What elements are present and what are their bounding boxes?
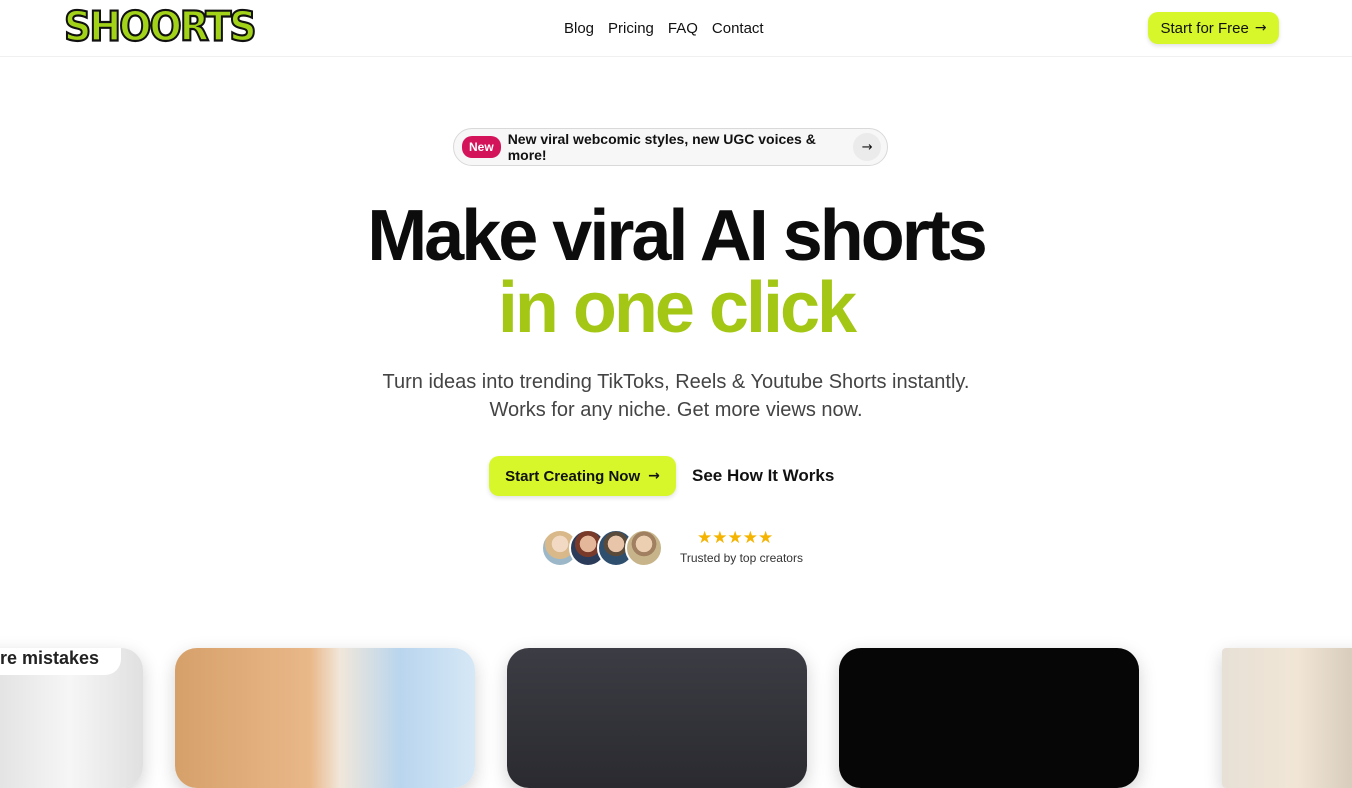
announcement-text: New viral webcomic styles, new UGC voice… [507, 131, 816, 163]
video-caption: re mistakes [0, 648, 122, 675]
trusted-label: Trusted by top creators [680, 551, 803, 565]
arrow-right-icon[interactable]: → [853, 133, 881, 161]
video-card[interactable] [1222, 648, 1352, 788]
hero-subtitle-line-2: Works for any niche. Get more views now. [489, 399, 863, 421]
hero-subtitle-line-1: Turn ideas into trending TikToks, Reels … [382, 371, 970, 393]
nav-faq[interactable]: FAQ [668, 20, 698, 37]
hero-title-accent: in one click [497, 268, 857, 348]
arrow-right-icon: → [648, 468, 660, 484]
video-card[interactable] [507, 648, 807, 788]
main-nav: Blog Pricing FAQ Contact [564, 20, 764, 37]
nav-blog[interactable]: Blog [564, 20, 594, 37]
video-card[interactable] [175, 648, 475, 788]
video-card[interactable] [839, 648, 1139, 788]
announcement-pill[interactable]: New New viral webcomic styles, new UGC v… [453, 128, 888, 166]
hero-subtitle: Turn ideas into trending TikToks, Reels … [0, 368, 1352, 424]
nav-contact[interactable]: Contact [712, 20, 764, 37]
hero-title: Make viral AI shorts [367, 196, 988, 276]
new-badge: New [462, 136, 501, 158]
avatar [625, 529, 663, 567]
start-for-free-label: Start for Free [1160, 19, 1249, 37]
star-rating: ★★★★★ [697, 528, 774, 548]
site-header: SHOORTS Blog Pricing FAQ Contact Start f… [0, 0, 1352, 57]
start-creating-label: Start Creating Now [505, 467, 641, 485]
see-how-it-works-link[interactable]: See How It Works [692, 466, 834, 486]
start-creating-button[interactable]: Start Creating Now → [489, 456, 676, 496]
video-card[interactable]: re mistakes [0, 648, 143, 788]
creator-avatars [541, 529, 665, 567]
logo[interactable]: SHOORTS [63, 5, 258, 48]
arrow-right-icon: → [1254, 20, 1267, 36]
start-for-free-button[interactable]: Start for Free → [1148, 12, 1279, 44]
nav-pricing[interactable]: Pricing [608, 20, 654, 37]
